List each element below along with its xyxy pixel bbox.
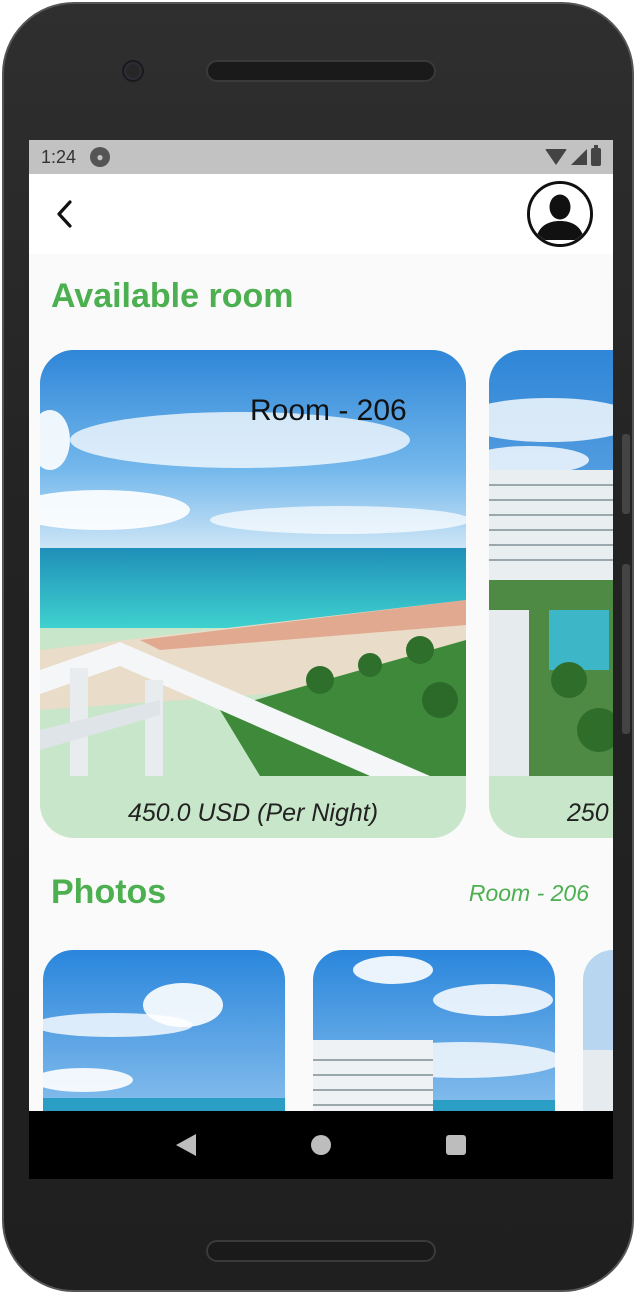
system-nav-bar [29,1111,613,1179]
front-camera [122,60,144,82]
signal-icon [571,149,587,165]
room-card[interactable]: 250 [489,350,613,838]
available-room-title: Available room [51,277,294,315]
app-bar [29,174,613,254]
side-button [622,434,630,514]
nav-back-icon[interactable] [176,1134,197,1156]
user-avatar-button[interactable] [527,181,593,247]
room-photo-hotel [489,350,613,776]
bottom-speaker [206,1240,436,1262]
phone-frame: 1:24 ● Available room Room - 206 450.0 U… [0,0,644,1296]
room-price-label: 450.0 USD (Per Night) [127,799,379,827]
nav-home-icon[interactable] [310,1135,331,1155]
photos-title: Photos [51,873,167,911]
app-screen: 1:24 ● Available room Room - 206 450.0 U… [29,140,613,1179]
room-card[interactable]: Room - 206 450.0 USD (Per Night) [40,350,466,838]
room-price-label: 250 [567,799,609,827]
room-name-label: Room - 206 [250,394,407,427]
user-silhouette-icon [530,184,590,244]
status-indicators [545,145,601,166]
battery-icon [591,145,601,166]
photos-room-label: Room - 206 [468,880,589,906]
side-button [622,564,630,734]
device-body: 1:24 ● Available room Room - 206 450.0 U… [2,2,634,1292]
status-bar: 1:24 ● [29,140,613,174]
nav-recents-icon[interactable] [445,1135,466,1155]
notification-app-icon: ● [90,147,111,167]
chevron-left-icon[interactable] [49,198,81,230]
wifi-icon [545,149,567,165]
status-time: 1:24 [41,146,77,167]
top-speaker [206,60,436,82]
